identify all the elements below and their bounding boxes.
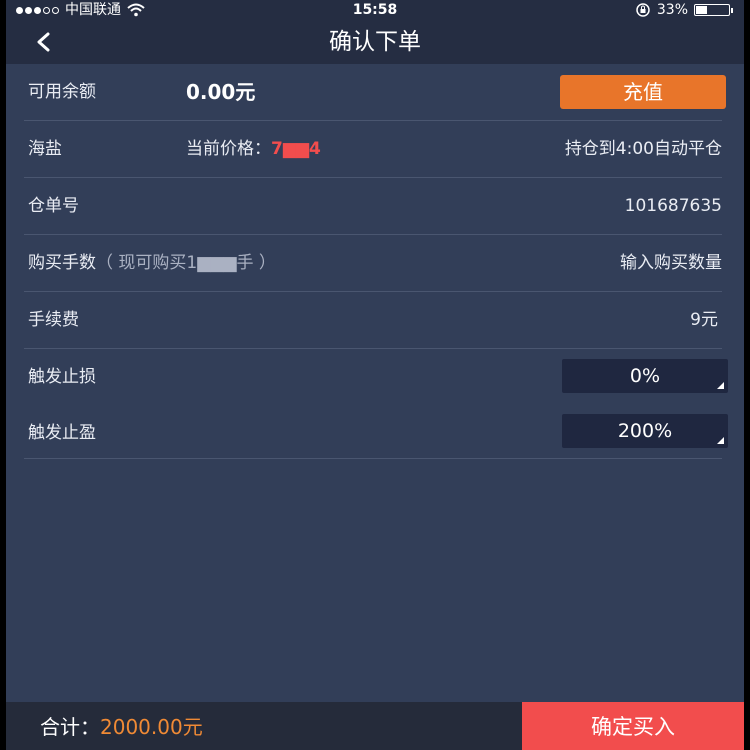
balance-row: 可用余额 0.00元 充值	[24, 64, 726, 121]
hold-note: 持仓到4:00自动平仓	[564, 139, 722, 159]
take-profit-row: 触发止盈 200%	[24, 405, 728, 459]
stop-loss-value: 0%	[629, 365, 661, 387]
status-right: 33%	[635, 0, 733, 20]
quantity-hint: （ 现可购买1▆▆▆手 ）	[96, 253, 276, 273]
app-screen: 中国联通 15:58 33% 确认下单 可用余额 0.00元 充值 海盐 当前价…	[6, 0, 744, 750]
quantity-input[interactable]: 输入购买数量	[620, 235, 722, 291]
stop-loss-label: 触发止损	[28, 367, 96, 387]
order-no-label: 仓单号	[28, 196, 79, 216]
nav-bar: 确认下单	[6, 20, 744, 64]
quantity-label-group: 购买手数（ 现可购买1▆▆▆手 ）	[28, 235, 276, 291]
back-button[interactable]	[28, 26, 60, 58]
balance-label: 可用余额	[28, 82, 96, 102]
battery-icon	[694, 4, 733, 16]
page-title: 确认下单	[329, 29, 421, 55]
status-bar: 中国联通 15:58 33%	[6, 0, 744, 20]
quantity-row: 购买手数（ 现可购买1▆▆▆手 ） 输入购买数量	[24, 235, 722, 292]
total-value: 2000.00元	[100, 715, 203, 739]
fee-value: 9元	[690, 310, 718, 330]
fee-label: 手续费	[28, 310, 79, 330]
take-profit-label: 触发止盈	[28, 423, 96, 443]
total: 合计：2000.00元	[40, 702, 203, 750]
order-no-row: 仓单号 101687635	[24, 178, 722, 235]
chevron-left-icon	[37, 32, 50, 52]
dropdown-corner-icon	[717, 382, 724, 389]
stop-loss-select[interactable]: 0%	[562, 359, 728, 393]
price-label: 当前价格：	[186, 139, 271, 159]
take-profit-value: 200%	[617, 420, 673, 442]
stop-loss-row: 触发止损 0%	[24, 349, 728, 405]
fee-row: 手续费 9元	[24, 292, 722, 349]
bottom-bar: 合计：2000.00元 确定买入	[6, 702, 744, 750]
battery-percent: 33%	[656, 2, 688, 18]
status-time: 15:58	[352, 2, 398, 18]
recharge-button[interactable]: 充值	[560, 75, 726, 109]
product-name: 海盐	[28, 139, 62, 159]
price-value: 7▆▆4	[271, 139, 321, 159]
order-no-value: 101687635	[624, 196, 722, 216]
take-profit-select[interactable]: 200%	[562, 414, 728, 448]
total-label: 合计：	[40, 715, 100, 739]
dropdown-corner-icon	[717, 437, 724, 444]
current-price: 当前价格：7▆▆4	[186, 121, 321, 177]
rotation-lock-icon	[636, 3, 650, 17]
balance-value: 0.00元	[186, 80, 256, 104]
quantity-label: 购买手数	[28, 253, 96, 273]
battery-level	[696, 6, 707, 14]
product-row: 海盐 当前价格：7▆▆4 持仓到4:00自动平仓	[24, 121, 722, 178]
confirm-buy-button[interactable]: 确定买入	[522, 702, 744, 750]
